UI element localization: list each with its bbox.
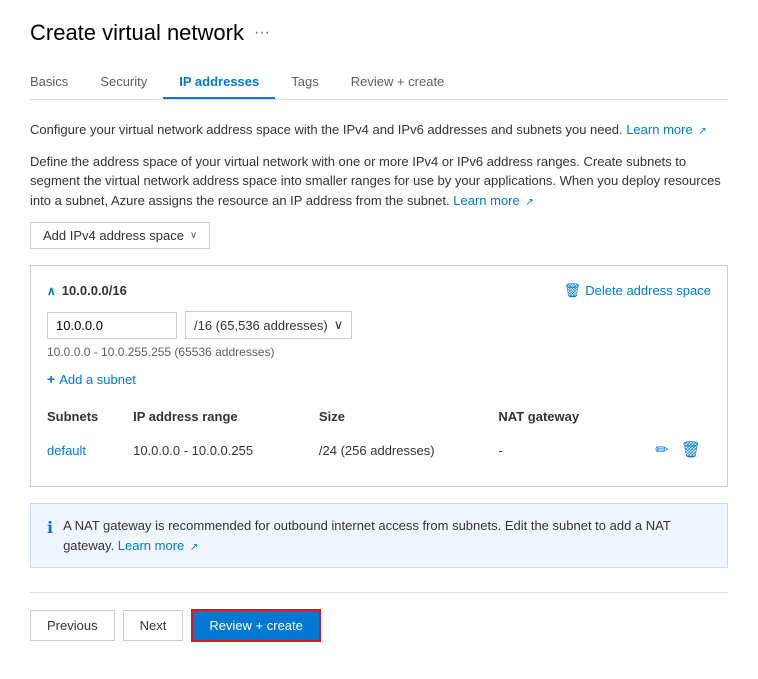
external-link-icon-1: ↗	[698, 126, 706, 137]
chevron-down-icon: ∨	[190, 230, 197, 241]
ellipsis-icon[interactable]: ···	[254, 24, 270, 42]
learn-more-link-2[interactable]: Learn more ↗	[453, 193, 534, 208]
ip-inputs-row: /16 (65,536 addresses) ∨	[47, 311, 711, 339]
page-container: Create virtual network ··· Basics Securi…	[0, 0, 758, 662]
col-header-subnets: Subnets	[47, 403, 133, 430]
external-link-icon-3: ↗	[190, 542, 198, 553]
description-1: Configure your virtual network address s…	[30, 120, 728, 140]
review-create-button[interactable]: Review + create	[191, 609, 321, 642]
tab-review-create[interactable]: Review + create	[335, 66, 461, 99]
page-title: Create virtual network	[30, 20, 244, 46]
collapse-icon[interactable]: ∧	[47, 284, 56, 298]
tab-security[interactable]: Security	[84, 66, 163, 99]
delete-subnet-icon: 🗑	[681, 442, 701, 459]
delete-address-space-button[interactable]: 🗑 Delete address space	[563, 282, 711, 299]
info-icon: ℹ	[47, 517, 53, 541]
previous-button[interactable]: Previous	[30, 610, 115, 641]
info-box: ℹ A NAT gateway is recommended for outbo…	[30, 503, 728, 568]
col-header-ip-range: IP address range	[133, 403, 319, 430]
ip-range-hint: 10.0.0.0 - 10.0.255.255 (65536 addresses…	[47, 345, 711, 359]
tabs-bar: Basics Security IP addresses Tags Review…	[30, 66, 728, 100]
add-subnet-button[interactable]: + Add a subnet	[47, 371, 136, 387]
subnet-nat-gateway: -	[498, 430, 627, 470]
edit-subnet-button[interactable]: ✏	[653, 438, 670, 462]
delete-subnet-button[interactable]: 🗑	[679, 438, 703, 462]
tab-tags[interactable]: Tags	[275, 66, 334, 99]
plus-icon: +	[47, 371, 55, 387]
tab-basics[interactable]: Basics	[30, 66, 84, 99]
address-space-box: ∧ 10.0.0.0/16 🗑 Delete address space /16…	[30, 265, 728, 487]
add-ipv4-button[interactable]: Add IPv4 address space ∨	[30, 222, 210, 249]
learn-more-link-1[interactable]: Learn more ↗	[626, 122, 707, 137]
info-box-learn-more-link[interactable]: Learn more ↗	[118, 538, 199, 553]
external-link-icon-2: ↗	[525, 197, 533, 208]
tab-ip-addresses[interactable]: IP addresses	[163, 66, 275, 99]
delete-icon: 🗑	[563, 282, 581, 299]
next-button[interactable]: Next	[123, 610, 184, 641]
subnets-table: Subnets IP address range Size NAT gatewa…	[47, 403, 711, 470]
cidr-chevron-icon: ∨	[334, 317, 344, 333]
subnet-ip-range: 10.0.0.0 - 10.0.0.255	[133, 430, 319, 470]
page-title-row: Create virtual network ···	[30, 20, 728, 46]
description-2: Define the address space of your virtual…	[30, 152, 728, 211]
col-header-nat: NAT gateway	[498, 403, 627, 430]
edit-icon: ✏	[655, 442, 668, 459]
bottom-buttons: Previous Next Review + create	[30, 609, 728, 642]
ip-address-input[interactable]	[47, 312, 177, 339]
subnet-size: /24 (256 addresses)	[319, 430, 499, 470]
address-space-header: ∧ 10.0.0.0/16 🗑 Delete address space	[47, 282, 711, 299]
cidr-dropdown[interactable]: /16 (65,536 addresses) ∨	[185, 311, 352, 339]
subnet-default-link[interactable]: default	[47, 443, 86, 458]
bottom-divider	[30, 592, 728, 593]
subnet-actions: ✏ 🗑	[627, 438, 703, 462]
table-row: default 10.0.0.0 - 10.0.0.255 /24 (256 a…	[47, 430, 711, 470]
col-header-size: Size	[319, 403, 499, 430]
address-space-title: ∧ 10.0.0.0/16	[47, 283, 127, 298]
